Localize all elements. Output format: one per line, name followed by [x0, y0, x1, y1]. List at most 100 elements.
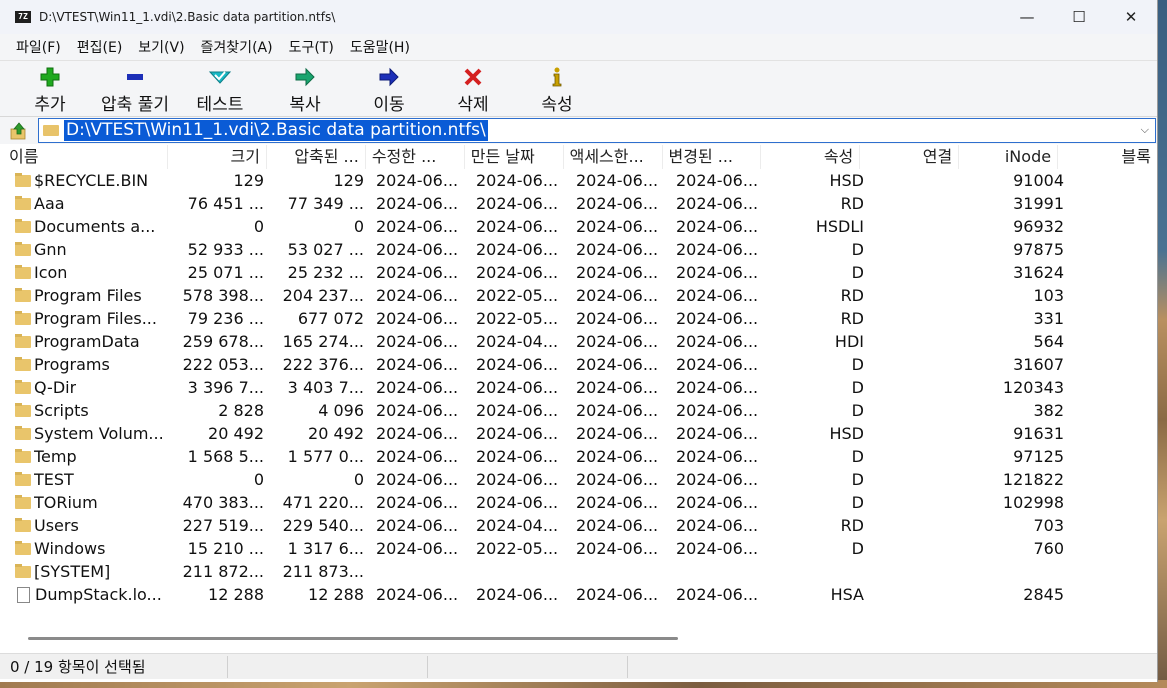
column-header-created[interactable]: 만든 날짜 [465, 145, 564, 169]
file-name-cell: Windows [0, 537, 170, 560]
file-links [870, 468, 970, 491]
file-packed-size: 222 376... [282, 355, 364, 374]
menu-view[interactable]: 보기(V) [130, 37, 192, 57]
minimize-button[interactable]: — [1001, 0, 1053, 34]
table-row[interactable]: Gnn 52 933 ... 53 027 ... 2024-06... 2024-06… [0, 238, 1157, 261]
test-button[interactable]: 테스트 [177, 61, 263, 116]
scrollbar-thumb[interactable] [28, 637, 678, 640]
folder-icon [15, 287, 31, 302]
menu-edit[interactable]: 편집(E) [69, 37, 131, 57]
column-header-changed[interactable]: 변경된 ... [663, 145, 762, 169]
menu-favorites[interactable]: 즐겨찾기(A) [193, 37, 281, 57]
move-button[interactable]: 이동 [347, 61, 431, 116]
column-header-accessed[interactable]: 액세스한... [564, 145, 663, 169]
file-name: Programs [34, 355, 110, 374]
chevron-down-icon[interactable]: ⌵ [1141, 123, 1149, 137]
file-inode: 91004 [1013, 171, 1064, 190]
folder-icon [15, 379, 31, 394]
file-modified: 2024-06... [376, 286, 459, 305]
file-links [870, 215, 970, 238]
table-row[interactable]: Documents a... 0 0 2024-06... 2024-06... 2024… [0, 215, 1157, 238]
file-name: ProgramData [34, 332, 140, 351]
file-name-cell: Program Files [0, 284, 170, 307]
column-header-inode[interactable]: iNode [959, 145, 1059, 169]
file-size: 259 678... [182, 332, 264, 351]
table-row[interactable]: Program Files 578 398... 204 237... 2024-06… [0, 284, 1157, 307]
delete-label: 삭제 [457, 95, 489, 115]
table-row[interactable]: Aaa 76 451 ... 77 349 ... 2024-06... 2024-06… [0, 192, 1157, 215]
column-header-packed[interactable]: 압축된 ... [267, 145, 366, 169]
file-inode: 121822 [1002, 470, 1064, 489]
file-name-cell: [SYSTEM] [0, 560, 170, 583]
file-created: 2024-06... [476, 378, 559, 397]
up-folder-button[interactable] [0, 117, 38, 144]
folder-icon [15, 218, 31, 233]
table-row[interactable]: Q-Dir 3 396 7... 3 403 7... 2024-06... 2024-… [0, 376, 1157, 399]
properties-label: 속성 [541, 95, 573, 115]
menu-file[interactable]: 파일(F) [8, 37, 69, 57]
file-changed: 2024-06... [676, 424, 759, 443]
file-changed: 2024-06... [676, 516, 759, 535]
table-row[interactable]: Temp 1 568 5... 1 577 0... 2024-06... 2024-0… [0, 445, 1157, 468]
file-attributes: HSDLI [815, 217, 864, 236]
file-list[interactable]: 이름 크기 압축된 ... 수정한 ... 만든 날짜 액세스한... 변경된 … [0, 145, 1157, 630]
file-size: 20 492 [208, 424, 264, 443]
column-header-links[interactable]: 연결 [860, 145, 960, 169]
table-row[interactable]: [SYSTEM] 211 872... 211 873... [0, 560, 1157, 583]
file-size: 129 [233, 171, 264, 190]
column-header-size[interactable]: 크기 [168, 145, 267, 169]
maximize-button[interactable]: ☐ [1053, 0, 1105, 34]
table-row[interactable]: Program Files... 79 236 ... 677 072 2024-06… [0, 307, 1157, 330]
file-accessed: 2024-06... [576, 286, 659, 305]
menu-tools[interactable]: 도구(T) [281, 37, 342, 57]
file-modified: 2024-06... [376, 539, 459, 558]
file-inode: 96932 [1013, 217, 1064, 236]
table-row[interactable]: Icon 25 071 ... 25 232 ... 2024-06... 2024-0… [0, 261, 1157, 284]
status-pane-3 [428, 655, 628, 678]
add-label: 추가 [34, 95, 66, 115]
table-row[interactable]: Users 227 519... 229 540... 2024-06... 2024-… [0, 514, 1157, 537]
file-accessed: 2024-06... [576, 332, 659, 351]
table-row[interactable]: TORium 470 383... 471 220... 2024-06... 2024… [0, 491, 1157, 514]
column-header-modified[interactable]: 수정한 ... [366, 145, 465, 169]
file-attributes: D [851, 263, 864, 282]
file-attributes: D [851, 355, 864, 374]
file-modified [370, 560, 470, 583]
file-modified: 2024-06... [376, 263, 459, 282]
file-modified: 2024-06... [376, 493, 459, 512]
address-input[interactable]: D:\VTEST\Win11_1.vdi\2.Basic data partit… [38, 118, 1156, 143]
window-controls: — ☐ ✕ [1001, 0, 1157, 34]
table-row[interactable]: DumpStack.lo... 12 288 12 288 2024-06... 202… [0, 583, 1157, 606]
file-links [870, 491, 970, 514]
title-bar[interactable]: 7Z D:\VTEST\Win11_1.vdi\2.Basic data par… [0, 0, 1157, 34]
table-row[interactable]: Programs 222 053... 222 376... 2024-06... 20… [0, 353, 1157, 376]
selection-status: 0 / 19 항목이 선택됨 [0, 655, 228, 678]
properties-button[interactable]: 속성 [515, 61, 599, 116]
table-row[interactable]: Scripts 2 828 4 096 2024-06... 2024-06... 202… [0, 399, 1157, 422]
file-accessed: 2024-06... [576, 309, 659, 328]
file-size: 25 071 ... [187, 263, 264, 282]
file-size: 470 383... [182, 493, 264, 512]
file-inode: 564 [1033, 332, 1064, 351]
delete-button[interactable]: 삭제 [431, 61, 515, 116]
close-button[interactable]: ✕ [1105, 0, 1157, 34]
extract-button[interactable]: 압축 풀기 [93, 61, 177, 116]
file-name-cell: Users [0, 514, 170, 537]
column-header-name[interactable]: 이름 [0, 145, 169, 169]
file-packed-size: 165 274... [282, 332, 364, 351]
column-header-attributes[interactable]: 속성 [761, 145, 861, 169]
table-row[interactable]: System Volum... 20 492 20 492 2024-06... 202… [0, 422, 1157, 445]
menu-help[interactable]: 도움말(H) [342, 37, 418, 57]
file-attributes: D [851, 539, 864, 558]
copy-button[interactable]: 복사 [263, 61, 347, 116]
column-header-block[interactable]: 블록 [1058, 145, 1157, 169]
table-row[interactable]: ProgramData 259 678... 165 274... 2024-06..… [0, 330, 1157, 353]
file-size: 76 451 ... [187, 194, 264, 213]
file-links [870, 514, 970, 537]
table-row[interactable]: TEST 0 0 2024-06... 2024-06... 2024-06... 2024… [0, 468, 1157, 491]
table-row[interactable]: $RECYCLE.BIN 129 129 2024-06... 2024-06... 20… [0, 169, 1157, 192]
horizontal-scrollbar[interactable] [0, 630, 1157, 647]
file-packed-size: 1 577 0... [287, 447, 364, 466]
add-button[interactable]: 추가 [7, 61, 93, 116]
table-row[interactable]: Windows 15 210 ... 1 317 6... 2024-06... 202… [0, 537, 1157, 560]
